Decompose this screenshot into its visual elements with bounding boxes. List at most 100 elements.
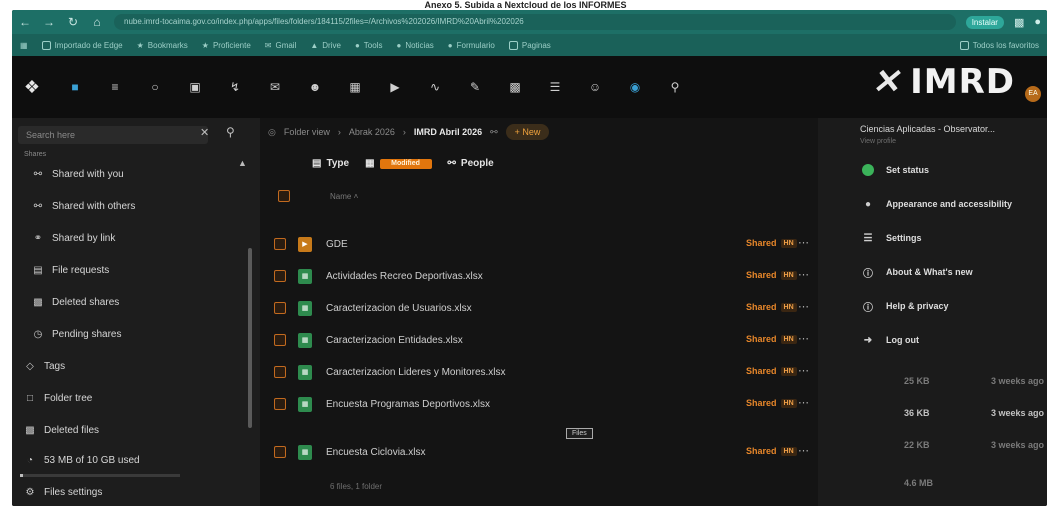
share-status[interactable]: Shared HN xyxy=(746,366,797,376)
share-status[interactable]: Shared HN xyxy=(746,334,797,344)
all-bookmarks[interactable]: Todos los favoritos xyxy=(959,40,1039,50)
bookmark-item[interactable]: ✉ Gmail xyxy=(265,41,297,50)
file-name[interactable]: GDE xyxy=(326,239,586,250)
bookmark-item[interactable]: ● Tools xyxy=(355,41,383,50)
sidebar-item-shared-with-you[interactable]: ⚯ Shared with you xyxy=(18,162,250,186)
column-name[interactable]: Name ˄ xyxy=(330,192,358,201)
print-icon[interactable]: ▩ xyxy=(508,80,522,94)
contacts-icon[interactable]: ☻ xyxy=(308,80,322,94)
sidebar-item-file-requests[interactable]: ▤ File requests xyxy=(18,258,250,282)
table-row[interactable]: ▦ Caracterizacion de Usuarios.xlsx Share… xyxy=(274,292,814,324)
table-row[interactable]: ▶ GDE Shared HN ⋯ xyxy=(274,228,814,260)
row-checkbox[interactable] xyxy=(274,302,286,314)
more-actions-icon[interactable]: ⋯ xyxy=(798,444,809,457)
bookmark-item[interactable]: ★ Proficiente xyxy=(202,41,251,50)
sidebar-item-quota[interactable]: ◔ 53 MB of 10 GB used xyxy=(18,448,250,472)
sidebar-item-files-settings[interactable]: ⚙ Files settings xyxy=(18,480,250,504)
select-all-checkbox[interactable] xyxy=(278,190,290,202)
pen-icon[interactable]: ✎ xyxy=(468,80,482,94)
search-input[interactable]: Search here xyxy=(18,126,208,144)
share-status[interactable]: Shared HN xyxy=(746,270,797,280)
row-checkbox[interactable] xyxy=(274,446,286,458)
sidebar-item-folder-tree[interactable]: □ Folder tree xyxy=(18,386,250,410)
bookmark-item[interactable]: ★ Bookmarks xyxy=(137,41,188,50)
sidebar-item-tags[interactable]: ◇ Tags xyxy=(18,354,250,378)
address-bar[interactable]: nube.imrd-tocaima.gov.co/index.php/apps/… xyxy=(114,14,956,30)
globe-icon[interactable]: ◉ xyxy=(628,80,642,94)
sidebar-item-deleted-files[interactable]: ▩ Deleted files xyxy=(18,418,250,442)
menu-item-logout[interactable]: ➜ Log out xyxy=(862,326,1042,354)
bookmark-item[interactable]: ● Noticias xyxy=(396,41,433,50)
lightning-icon[interactable]: ↯ xyxy=(228,80,242,94)
close-icon[interactable]: ✕ xyxy=(200,126,209,139)
filter-people[interactable]: ⚯ People xyxy=(448,158,494,169)
more-actions-icon[interactable]: ⋯ xyxy=(798,236,809,249)
avatar[interactable]: EA xyxy=(1025,86,1041,102)
mail-icon[interactable]: ✉ xyxy=(268,80,282,94)
profile-icon[interactable]: ☺ xyxy=(588,80,602,94)
photos-icon[interactable]: ▣ xyxy=(188,80,202,94)
activity-icon[interactable]: ≡ xyxy=(108,80,122,94)
share-folder-icon[interactable]: ⚯ xyxy=(490,127,498,138)
breadcrumb-item[interactable]: Folder view xyxy=(284,127,330,137)
list-icon[interactable]: ☰ xyxy=(548,80,562,94)
filter-type[interactable]: ▤ Type xyxy=(312,158,349,169)
forward-icon[interactable]: → xyxy=(42,15,56,29)
table-row[interactable]: ▦ Caracterizacion Lideres y Monitores.xl… xyxy=(274,356,814,388)
sidebar-item-shared-by-link[interactable]: ⚭ Shared by link xyxy=(18,226,250,250)
row-checkbox[interactable] xyxy=(274,366,286,378)
install-button[interactable]: Instalar xyxy=(965,15,1004,29)
file-name[interactable]: Actividades Recreo Deportivas.xlsx xyxy=(326,271,586,282)
file-name[interactable]: Caracterizacion de Usuarios.xlsx xyxy=(326,303,586,314)
sidebar-toggle-icon[interactable]: ◎ xyxy=(268,127,276,138)
table-row[interactable]: ▦ Actividades Recreo Deportivas.xlsx Sha… xyxy=(274,260,814,292)
menu-item-about[interactable]: ⓘ About & What's new xyxy=(862,258,1042,286)
file-name[interactable]: Encuesta Ciclovia.xlsx xyxy=(326,447,586,458)
breadcrumb-item[interactable]: Abrak 2026 xyxy=(349,127,395,137)
file-name[interactable]: Caracterizacion Entidades.xlsx xyxy=(326,335,586,346)
menu-item-appearance[interactable]: ● Appearance and accessibility xyxy=(862,190,1042,218)
share-status[interactable]: Shared HN xyxy=(746,398,797,408)
search-icon[interactable]: ⚲ xyxy=(226,125,235,139)
bookmark-item[interactable]: Importado de Edge xyxy=(41,40,123,50)
app-logo-icon[interactable]: ❖ xyxy=(22,72,42,102)
row-checkbox[interactable] xyxy=(274,270,286,282)
share-status[interactable]: Shared HN xyxy=(746,446,797,456)
bookmark-item[interactable]: ● Formulario xyxy=(448,41,495,50)
row-checkbox[interactable] xyxy=(274,238,286,250)
file-name[interactable]: Caracterizacion Lideres y Monitores.xlsx xyxy=(326,367,586,378)
calendar-icon[interactable]: ▦ xyxy=(348,80,362,94)
more-actions-icon[interactable]: ⋯ xyxy=(798,332,809,345)
sidebar-item-deleted-shares[interactable]: ▩ Deleted shares xyxy=(18,290,250,314)
row-checkbox[interactable] xyxy=(274,334,286,346)
sidebar-scrollbar[interactable] xyxy=(248,248,252,428)
home-icon[interactable]: ⌂ xyxy=(90,15,104,29)
extensions-icon[interactable]: ▩ xyxy=(1014,16,1024,29)
table-row[interactable]: ▦ Encuesta Ciclovia.xlsx Shared HN ⋯ xyxy=(274,436,814,468)
bookmark-item[interactable]: ▲ Drive xyxy=(310,41,341,50)
new-button[interactable]: + New xyxy=(505,124,550,140)
files-icon[interactable]: ■ xyxy=(68,80,82,94)
menu-item-help[interactable]: ⓘ Help & privacy xyxy=(862,292,1042,320)
row-checkbox[interactable] xyxy=(274,398,286,410)
more-actions-icon[interactable]: ⋯ xyxy=(798,396,809,409)
breadcrumb-current[interactable]: IMRD Abril 2026 xyxy=(414,127,482,137)
filter-modified[interactable]: ▦ Modified xyxy=(365,158,432,169)
file-name[interactable]: Encuesta Programas Deportivos.xlsx xyxy=(326,399,586,410)
bookmark-item[interactable]: Paginas xyxy=(508,40,551,50)
reload-icon[interactable]: ↻ xyxy=(66,15,80,29)
more-actions-icon[interactable]: ⋯ xyxy=(798,268,809,281)
menu-item-settings[interactable]: ☰ Settings xyxy=(862,224,1042,252)
table-row[interactable]: ▦ Encuesta Programas Deportivos.xlsx Sha… xyxy=(274,388,814,420)
back-icon[interactable]: ← xyxy=(18,15,32,29)
table-row[interactable]: ▦ Caracterizacion Entidades.xlsx Shared H… xyxy=(274,324,814,356)
more-actions-icon[interactable]: ⋯ xyxy=(798,364,809,377)
profile-icon[interactable]: ● xyxy=(1034,16,1041,28)
menu-item-set-status[interactable]: Set status xyxy=(862,156,1042,184)
apps-icon[interactable]: ▦ xyxy=(20,41,28,50)
notes-icon[interactable]: ∿ xyxy=(428,80,442,94)
announce-icon[interactable]: ▶ xyxy=(388,80,402,94)
sidebar-item-pending-shares[interactable]: ◷ Pending shares xyxy=(18,322,250,346)
circle-icon[interactable]: ○ xyxy=(148,80,162,94)
share-status[interactable]: Shared HN xyxy=(746,238,797,248)
